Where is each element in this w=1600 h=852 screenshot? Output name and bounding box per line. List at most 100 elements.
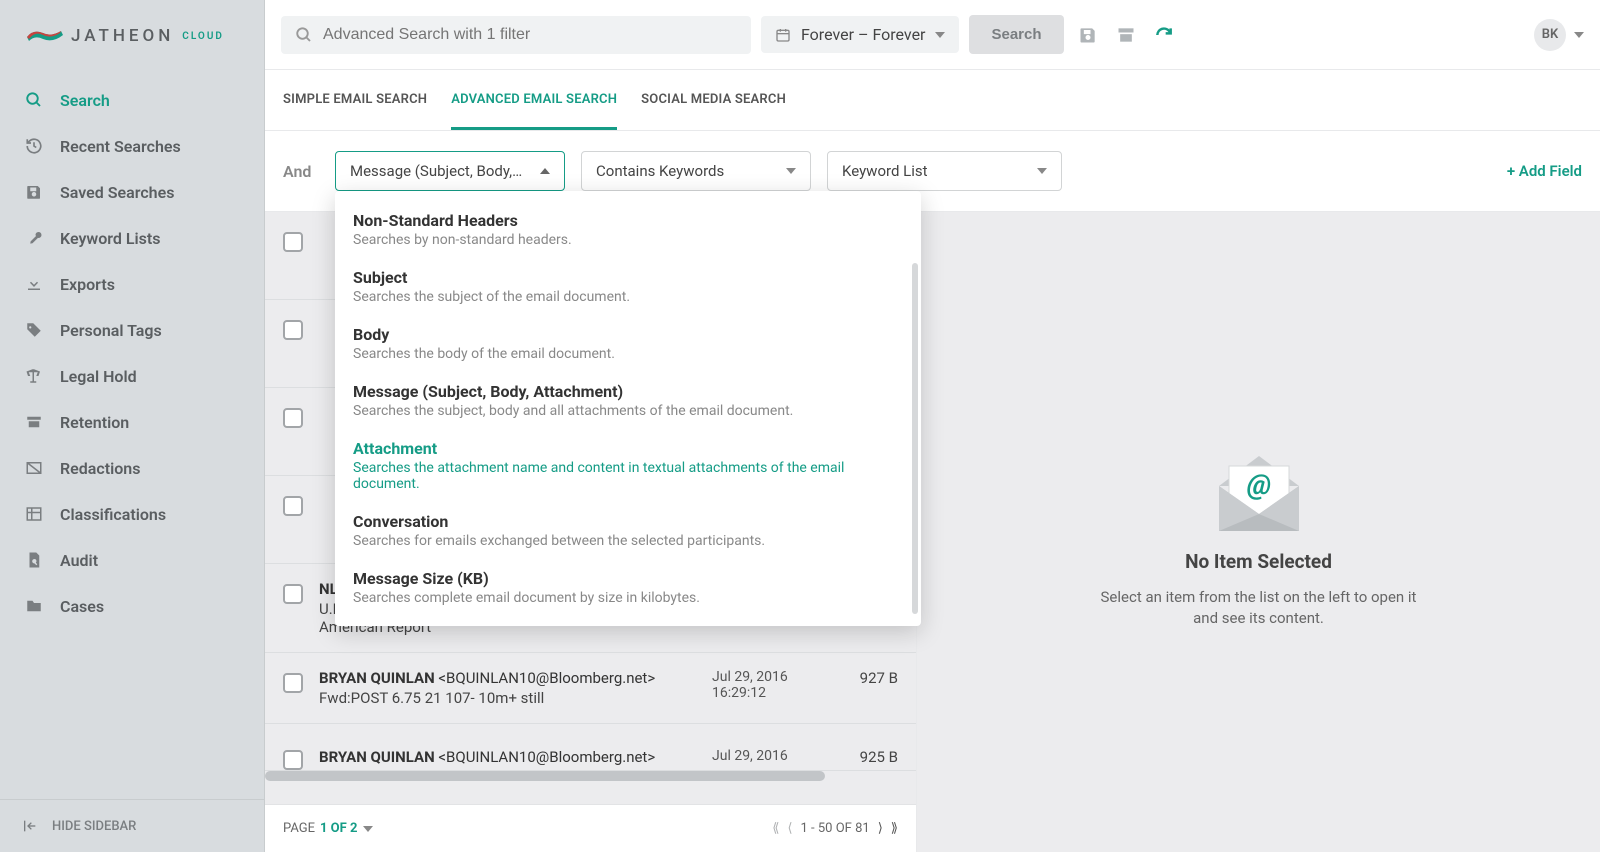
pager-first[interactable]: ⟪ <box>772 821 779 836</box>
envelope-icon: @ <box>1199 436 1319 536</box>
option-title: Message Size (KB) <box>353 569 901 588</box>
search-input-wrap[interactable] <box>281 16 751 54</box>
row-main: BRYAN QUINLAN <BQUINLAN10@Bloomberg.net>… <box>319 669 696 707</box>
filter-condition-select[interactable]: Contains Keywords <box>581 151 811 191</box>
add-field-button[interactable]: + Add Field <box>1507 162 1582 180</box>
page-label: PAGE <box>283 821 315 836</box>
horizontal-scrollbar[interactable] <box>265 771 916 781</box>
dropdown-option-non-standard-headers[interactable]: Non-Standard Headers Searches by non-sta… <box>335 201 921 258</box>
list-row[interactable]: BRYAN QUINLAN <BQUINLAN10@Bloomberg.net>… <box>265 724 916 771</box>
audit-icon <box>24 550 44 570</box>
dropdown-scrollbar[interactable] <box>912 263 918 614</box>
sidebar-item-label: Recent Searches <box>60 137 181 156</box>
filter-value-select[interactable]: Keyword List <box>827 151 1062 191</box>
download-icon <box>24 274 44 294</box>
sidebar-item-recent-searches[interactable]: Recent Searches <box>0 123 264 169</box>
row-size: 925 B <box>838 740 898 766</box>
sidebar-item-label: Classifications <box>60 505 166 524</box>
export-button[interactable] <box>1112 21 1140 49</box>
sidebar-nav: Search Recent Searches Saved Searches Ke… <box>0 77 264 799</box>
option-desc: Searches the body of the email document. <box>353 346 901 362</box>
sidebar-item-label: Retention <box>60 413 129 432</box>
sidebar-item-retention[interactable]: Retention <box>0 399 264 445</box>
folder-icon <box>24 596 44 616</box>
option-desc: Searches by non-standard headers. <box>353 232 901 248</box>
pager-next[interactable]: ⟩ <box>878 821 883 836</box>
brand-logo: JATHEON CLOUD <box>0 0 264 77</box>
search-icon <box>295 26 313 44</box>
dropdown-option-body[interactable]: Body Searches the body of the email docu… <box>335 315 921 372</box>
row-date: Jul 29, 201616:29:12 <box>712 669 822 701</box>
pager-prev[interactable]: ⟨ <box>787 821 792 836</box>
search-tabs: SIMPLE EMAIL SEARCH ADVANCED EMAIL SEARC… <box>265 70 1600 131</box>
row-checkbox[interactable] <box>283 750 303 770</box>
archive-icon <box>1116 25 1136 45</box>
option-desc: Searches the attachment name and content… <box>353 460 901 492</box>
option-title: Non-Standard Headers <box>353 211 901 230</box>
sidebar-item-keyword-lists[interactable]: Keyword Lists <box>0 215 264 261</box>
dropdown-option-conversation[interactable]: Conversation Searches for emails exchang… <box>335 502 921 559</box>
retention-icon <box>24 412 44 432</box>
pager-range: 1 - 50 OF 81 <box>801 821 870 836</box>
chevron-up-icon <box>540 168 550 174</box>
row-checkbox[interactable] <box>283 673 303 693</box>
row-checkbox[interactable] <box>283 408 303 428</box>
filter-field-select[interactable]: Message (Subject, Body,… <box>335 151 565 191</box>
option-desc: Searches the subject, body and all attac… <box>353 403 901 419</box>
option-desc: Searches the subject of the email docume… <box>353 289 901 305</box>
chevron-down-icon <box>1037 168 1047 174</box>
tab-advanced-email[interactable]: ADVANCED EMAIL SEARCH <box>451 70 617 130</box>
row-checkbox[interactable] <box>283 320 303 340</box>
option-title: Message (Subject, Body, Attachment) <box>353 382 901 401</box>
sidebar-item-label: Search <box>60 91 110 110</box>
option-title: Body <box>353 325 901 344</box>
save-icon <box>24 182 44 202</box>
dropdown-option-subject[interactable]: Subject Searches the subject of the emai… <box>335 258 921 315</box>
list-row[interactable]: BRYAN QUINLAN <BQUINLAN10@Bloomberg.net>… <box>265 653 916 724</box>
refresh-button[interactable] <box>1150 21 1178 49</box>
search-button[interactable]: Search <box>969 15 1063 54</box>
sidebar-item-saved-searches[interactable]: Saved Searches <box>0 169 264 215</box>
operator-label: And <box>283 162 319 181</box>
scrollbar-thumb[interactable] <box>265 771 825 781</box>
row-checkbox[interactable] <box>283 496 303 516</box>
hide-sidebar-button[interactable]: HIDE SIDEBAR <box>0 799 264 852</box>
tab-simple-email[interactable]: SIMPLE EMAIL SEARCH <box>283 70 427 130</box>
field-dropdown: Non-Standard Headers Searches by non-sta… <box>335 191 921 626</box>
collapse-icon <box>22 818 38 834</box>
svg-text:@: @ <box>1246 468 1270 501</box>
select-value: Message (Subject, Body,… <box>350 162 522 180</box>
preview-text: Select an item from the list on the left… <box>1089 587 1429 629</box>
date-range-picker[interactable]: Forever – Forever <box>761 16 959 53</box>
sidebar-item-search[interactable]: Search <box>0 77 264 123</box>
sidebar-item-exports[interactable]: Exports <box>0 261 264 307</box>
user-menu[interactable]: BK <box>1534 19 1584 51</box>
pager-last[interactable]: ⟫ <box>891 821 898 836</box>
dropdown-option-message[interactable]: Message (Subject, Body, Attachment) Sear… <box>335 372 921 429</box>
row-checkbox[interactable] <box>283 232 303 252</box>
row-size: 927 B <box>838 669 898 687</box>
tab-social-media[interactable]: SOCIAL MEDIA SEARCH <box>641 70 786 130</box>
dropdown-option-message-size[interactable]: Message Size (KB) Searches complete emai… <box>335 559 921 616</box>
row-checkbox[interactable] <box>283 584 303 604</box>
sidebar-item-audit[interactable]: Audit <box>0 537 264 583</box>
sidebar-item-redactions[interactable]: Redactions <box>0 445 264 491</box>
select-value: Contains Keywords <box>596 162 724 180</box>
save-search-button[interactable] <box>1074 21 1102 49</box>
sidebar-item-cases[interactable]: Cases <box>0 583 264 629</box>
option-desc: Searches for emails exchanged between th… <box>353 533 901 549</box>
row-main: BRYAN QUINLAN <BQUINLAN10@Bloomberg.net> <box>319 740 696 766</box>
tag-icon <box>24 320 44 340</box>
sidebar-item-label: Cases <box>60 597 104 616</box>
dropdown-option-attachment[interactable]: Attachment Searches the attachment name … <box>335 429 921 502</box>
sidebar-item-label: Keyword Lists <box>60 229 160 248</box>
preview-panel: @ No Item Selected Select an item from t… <box>917 212 1600 852</box>
sidebar-item-personal-tags[interactable]: Personal Tags <box>0 307 264 353</box>
key-icon <box>24 228 44 248</box>
sidebar-item-legal-hold[interactable]: Legal Hold <box>0 353 264 399</box>
calendar-icon <box>775 27 791 43</box>
chevron-down-icon[interactable] <box>363 826 373 832</box>
row-date: Jul 29, 2016 <box>712 740 822 764</box>
search-input[interactable] <box>323 26 737 44</box>
sidebar-item-classifications[interactable]: Classifications <box>0 491 264 537</box>
